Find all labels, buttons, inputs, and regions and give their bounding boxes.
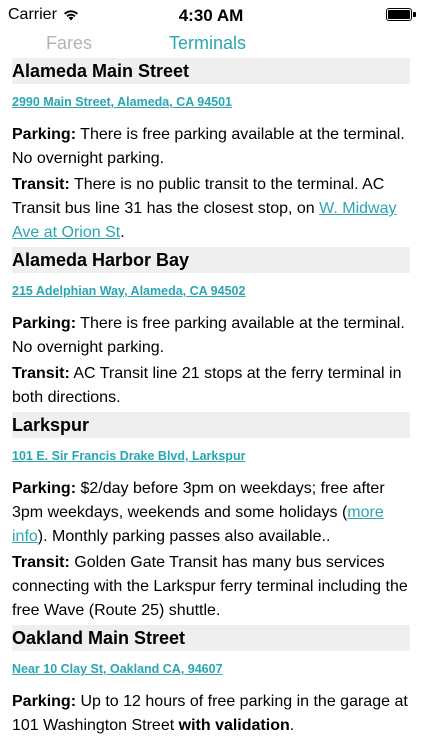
transit-info: Transit: AC Transit line 21 stops at the…	[12, 365, 402, 406]
terminal-section: Larkspur 101 E. Sir Francis Drake Blvd, …	[12, 412, 410, 623]
address-link[interactable]: 101 E. Sir Francis Drake Blvd, Larkspur	[12, 449, 245, 463]
address-link[interactable]: Near 10 Clay St, Oakland CA, 94607	[12, 662, 223, 676]
tab-bar: Fares Terminals	[0, 30, 422, 58]
terminal-address: 2990 Main Street, Alameda, CA 94501	[12, 95, 410, 109]
tab-terminals[interactable]: Terminals	[169, 33, 246, 54]
transit-info: Transit: Golden Gate Transit has many bu…	[12, 554, 408, 619]
battery-icon	[386, 8, 416, 21]
terminal-address: 101 E. Sir Francis Drake Blvd, Larkspur	[12, 449, 410, 463]
parking-info: Parking: $2/day before 3pm on weekdays; …	[12, 480, 385, 545]
terminal-name: Larkspur	[12, 412, 410, 438]
address-link[interactable]: 2990 Main Street, Alameda, CA 94501	[12, 95, 232, 109]
clock: 4:30 AM	[178, 6, 244, 25]
terminal-name: Alameda Main Street	[12, 58, 410, 84]
status-bar: Carrier 4:30 AM	[0, 0, 422, 30]
parking-info: Parking: Up to 12 hours of free parking …	[12, 693, 408, 734]
terminal-address: Near 10 Clay St, Oakland CA, 94607	[12, 662, 410, 676]
address-link[interactable]: 215 Adelphian Way, Alameda, CA 94502	[12, 284, 245, 298]
terminal-section: Alameda Main Street 2990 Main Street, Al…	[12, 58, 410, 245]
terminal-address: 215 Adelphian Way, Alameda, CA 94502	[12, 284, 410, 298]
terminal-section: Oakland Main Street Near 10 Clay St, Oak…	[12, 625, 410, 738]
terminal-section: Alameda Harbor Bay 215 Adelphian Way, Al…	[12, 247, 410, 410]
terminal-name: Alameda Harbor Bay	[12, 247, 410, 273]
parking-info: Parking: There is free parking available…	[12, 315, 405, 356]
parking-info: Parking: There is free parking available…	[12, 126, 405, 167]
transit-info: Transit: There is no public transit to t…	[12, 176, 397, 241]
terminal-list: Alameda Main Street 2990 Main Street, Al…	[0, 58, 422, 738]
terminal-name: Oakland Main Street	[12, 625, 410, 651]
tab-fares[interactable]: Fares	[46, 33, 92, 54]
